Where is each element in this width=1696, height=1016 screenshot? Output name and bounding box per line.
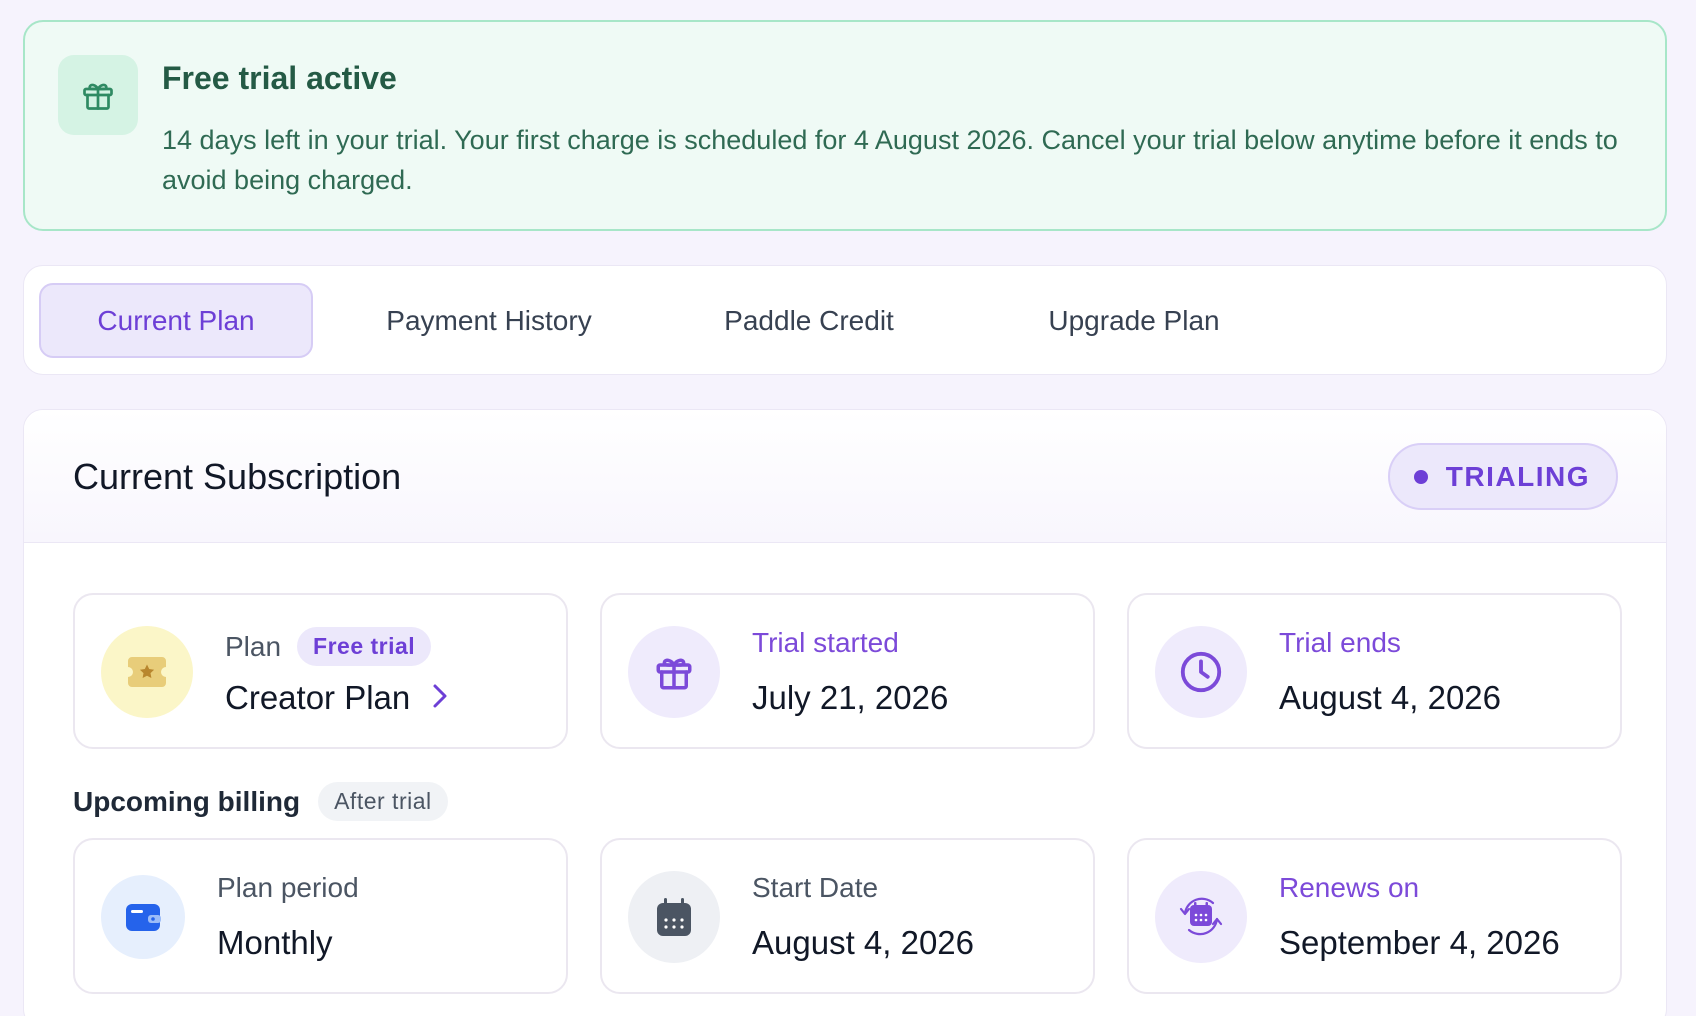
clock-icon (1155, 626, 1247, 718)
tab-payment-history[interactable]: Payment History (354, 283, 624, 358)
tab-upgrade-plan[interactable]: Upgrade Plan (1004, 283, 1264, 358)
gift-icon (628, 626, 720, 718)
chevron-right-icon[interactable] (432, 679, 448, 717)
upcoming-billing-heading: Upcoming billing After trial (73, 782, 448, 821)
status-badge: TRIALING (1387, 443, 1618, 510)
start-date-label: Start Date (752, 872, 879, 903)
trial-ends-value: August 4, 2026 (1279, 679, 1502, 716)
card-title: Current Subscription (73, 456, 402, 497)
upcoming-billing-title: Upcoming billing (73, 785, 301, 817)
free-trial-badge: Free trial (297, 627, 432, 666)
card-header: Current Subscription TRIALING (24, 410, 1666, 543)
banner-message: 14 days left in your trial. Your first c… (162, 125, 1618, 195)
banner-title: Free trial active (162, 60, 397, 96)
plan-label: Plan (225, 630, 282, 662)
trial-ends-label: Trial ends (1279, 627, 1401, 658)
tab-current-plan[interactable]: Current Plan (39, 283, 313, 358)
renews-on-card: Renews on September 4, 2026 (1127, 838, 1622, 994)
trial-started-value: July 21, 2026 (752, 679, 949, 716)
tab-paddle-credit[interactable]: Paddle Credit (684, 283, 934, 358)
plan-period-label: Plan period (217, 872, 359, 903)
plan-period-value: Monthly (217, 924, 333, 961)
trial-started-card: Trial started July 21, 2026 (600, 593, 1095, 749)
renews-on-value: September 4, 2026 (1279, 924, 1560, 961)
tab-bar: Current Plan Payment History Paddle Cred… (23, 265, 1667, 375)
plan-period-card: Plan period Monthly (73, 838, 568, 994)
wallet-icon (101, 875, 185, 959)
start-date-card: Start Date August 4, 2026 (600, 838, 1095, 994)
plan-name: Creator Plan (225, 679, 411, 716)
after-trial-badge: After trial (318, 782, 448, 821)
plan-card[interactable]: Plan Free trial Creator Plan (73, 593, 568, 749)
calendar-icon (628, 871, 720, 963)
gift-icon (58, 55, 138, 135)
plan-value-row[interactable]: Creator Plan (225, 679, 448, 717)
trial-ends-card: Trial ends August 4, 2026 (1127, 593, 1622, 749)
ticket-icon (101, 626, 193, 718)
trial-banner: Free trial active 14 days left in your t… (23, 20, 1667, 231)
status-dot (1413, 469, 1428, 484)
plan-label-row: Plan Free trial (225, 627, 432, 666)
trial-started-label: Trial started (752, 627, 899, 658)
status-text: TRIALING (1445, 460, 1590, 492)
subscription-card: Current Subscription TRIALING Plan Free … (23, 409, 1667, 1016)
start-date-value: August 4, 2026 (752, 924, 975, 961)
calendar-renew-icon (1155, 871, 1247, 963)
renews-on-label: Renews on (1279, 872, 1420, 903)
